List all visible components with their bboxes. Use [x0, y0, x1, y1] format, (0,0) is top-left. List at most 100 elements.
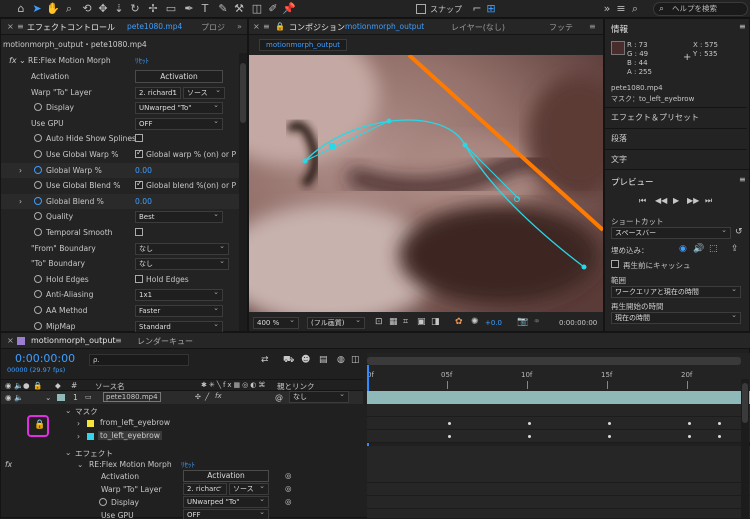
- twirl-closed-icon[interactable]: ›: [77, 419, 80, 428]
- timeline-track[interactable]: [367, 417, 750, 430]
- twirl-open-icon[interactable]: ⌄: [45, 393, 51, 402]
- twirl-closed-icon[interactable]: ›: [19, 166, 22, 175]
- panel-menu-icon[interactable]: ≡: [739, 22, 746, 31]
- effect-switch-icon[interactable]: fx: [215, 392, 222, 400]
- effect-prop-dropdown[interactable]: なし: [135, 241, 229, 255]
- stopwatch-icon[interactable]: [34, 134, 42, 143]
- timeline-track[interactable]: [367, 496, 750, 509]
- mask-name[interactable]: to_left_eyebrow: [98, 431, 162, 440]
- puppet-pin-icon[interactable]: 📌: [282, 2, 296, 16]
- lock-column-icon[interactable]: 🔒: [33, 381, 42, 390]
- rectangle-tool-icon[interactable]: ▭: [164, 2, 178, 16]
- overlay-toggle-icon[interactable]: ⬚: [709, 244, 718, 254]
- layer-label-color[interactable]: [57, 394, 65, 401]
- tab-render-queue[interactable]: レンダーキュー: [137, 336, 193, 347]
- effect-prop-dropdown[interactable]: なし: [135, 256, 229, 271]
- graph-editor-icon[interactable]: ◫: [351, 355, 360, 365]
- layer-row[interactable]: ◉ 🔈 ⌄ 1 ▭ pete1080.mp4 ✣ ╱ fx @ なし: [1, 389, 363, 404]
- twirl-closed-icon[interactable]: ›: [77, 432, 80, 441]
- tab-layer[interactable]: レイヤー(なし): [451, 22, 505, 33]
- draft-3d-icon[interactable]: ⛟: [283, 355, 294, 366]
- orbit-tool-icon[interactable]: ⟲: [80, 2, 94, 16]
- spline-point[interactable]: [302, 158, 308, 164]
- effect-prop-number[interactable]: 0.00: [135, 197, 152, 206]
- motion-blur-icon[interactable]: ◍: [337, 355, 345, 365]
- keyframe-marker[interactable]: [608, 422, 611, 425]
- parent-dropdown[interactable]: なし: [289, 389, 349, 403]
- show-snapshot-icon[interactable]: ⚭: [533, 317, 541, 327]
- display-dropdown[interactable]: UNwarped "To": [183, 494, 269, 508]
- collapse-switch-icon[interactable]: ✣: [195, 393, 201, 401]
- keyframe-marker[interactable]: [718, 435, 721, 438]
- effect-prop-row[interactable]: Use Global Warp % Global warp % (on) or P: [1, 147, 247, 163]
- stopwatch-icon[interactable]: [34, 103, 42, 112]
- effect-prop-dropdown[interactable]: UNwarped "To": [135, 100, 223, 115]
- mask-group-row[interactable]: ⌄ マスク: [1, 404, 363, 417]
- timeline-search-input[interactable]: ρ.: [89, 354, 189, 366]
- stopwatch-icon[interactable]: [34, 181, 42, 190]
- search-help-icon[interactable]: ⌕: [628, 2, 642, 16]
- selection-tool-icon[interactable]: ➤: [30, 2, 44, 16]
- parent-pickwhip-icon[interactable]: @: [275, 393, 283, 402]
- stopwatch-icon[interactable]: [34, 290, 42, 299]
- twirl-closed-icon[interactable]: ›: [19, 197, 22, 206]
- warp-layer-dropdown[interactable]: 2. richard1: [135, 85, 181, 99]
- mask-row[interactable]: › to_left_eyebrow: [1, 430, 363, 443]
- expression-link-icon[interactable]: ◎: [285, 484, 292, 493]
- stopwatch-icon[interactable]: [34, 165, 42, 174]
- workspace-menu-icon[interactable]: »: [600, 2, 614, 16]
- reset-shortcut-icon[interactable]: ↺: [735, 227, 743, 237]
- layer-name[interactable]: pete1080.mp4: [103, 392, 161, 402]
- frame-blending-icon[interactable]: ▤: [319, 355, 328, 365]
- effect-prop-checkbox[interactable]: [135, 274, 143, 283]
- mask-color-swatch[interactable]: [87, 433, 94, 440]
- effect-prop-checkbox[interactable]: [135, 228, 143, 236]
- tab-effect-controls-file[interactable]: pete1080.mp4: [127, 22, 182, 31]
- effect-prop-checkbox[interactable]: [135, 148, 143, 158]
- effect-prop-row[interactable]: Use Global Blend % Global blend %(on) or …: [1, 178, 247, 194]
- brush-tool-icon[interactable]: ✎: [216, 2, 230, 16]
- effect-prop-row[interactable]: "From" Boundary なし: [1, 241, 247, 257]
- more-tabs-icon[interactable]: ≡: [589, 22, 596, 31]
- label-column-icon[interactable]: ◆: [55, 381, 61, 390]
- spline-vertex-selected[interactable]: [329, 143, 335, 149]
- effect-prop-dropdown[interactable]: Standard: [135, 319, 223, 333]
- grid-icon[interactable]: ◨: [431, 317, 440, 327]
- tab-composition-name[interactable]: motionmorph_output: [345, 22, 424, 31]
- mask-name[interactable]: from_left_eyebrow: [98, 418, 172, 427]
- panel-menu-icon[interactable]: ≡: [263, 22, 270, 31]
- resolution-dropdown[interactable]: (フル画質): [307, 315, 365, 329]
- close-icon[interactable]: ×: [253, 22, 260, 31]
- work-area-bar[interactable]: [367, 357, 741, 365]
- zoom-dropdown[interactable]: 400 %: [253, 315, 299, 329]
- keyframe-marker[interactable]: [608, 435, 611, 438]
- zoom-tool-icon[interactable]: ⌕: [62, 2, 76, 16]
- activation-button[interactable]: Activation: [183, 470, 269, 482]
- effect-prop-checkbox[interactable]: [135, 179, 143, 190]
- effect-prop-row[interactable]: Temporal Smooth: [1, 225, 247, 241]
- timeline-track[interactable]: [367, 404, 750, 417]
- timeline-track[interactable]: [367, 483, 750, 496]
- snapshot-icon[interactable]: 📷: [517, 317, 528, 327]
- layer-video-icon[interactable]: ◉: [5, 393, 12, 402]
- panel-menu-icon[interactable]: ≡: [739, 175, 746, 184]
- panel-menu-icon[interactable]: ≡: [614, 2, 628, 16]
- help-search-input[interactable]: ⌕ ヘルプを検索: [653, 2, 748, 16]
- exposure-value[interactable]: +0.0: [485, 319, 502, 327]
- pan-tool-icon[interactable]: ✥: [96, 2, 110, 16]
- timeline-track[interactable]: [367, 430, 750, 443]
- exposure-icon[interactable]: ✺: [471, 317, 479, 327]
- panel-menu-icon[interactable]: ≡: [115, 336, 122, 345]
- timeline-reset-link[interactable]: ﾘｾｯﾄ: [181, 460, 195, 470]
- effect-prop-row[interactable]: Activation Activation: [1, 69, 247, 85]
- effect-prop-row[interactable]: "To" Boundary なし: [1, 256, 247, 272]
- timeline-display-row[interactable]: Display UNwarped "To" ◎: [1, 494, 363, 509]
- effect-prop-row[interactable]: Warp "To" Layer 2. richard1ソース: [1, 85, 247, 101]
- keyframe-marker[interactable]: [528, 435, 531, 438]
- warp-layer-dropdown[interactable]: 2. richarc: [183, 481, 227, 495]
- stopwatch-icon[interactable]: [34, 228, 42, 236]
- last-frame-icon[interactable]: ⏭: [705, 196, 712, 206]
- eraser-tool-icon[interactable]: ◫: [250, 2, 264, 16]
- composition-subtab[interactable]: motionmorph_output: [259, 39, 347, 51]
- timeline-timecode[interactable]: 0:00:00:00: [15, 352, 75, 365]
